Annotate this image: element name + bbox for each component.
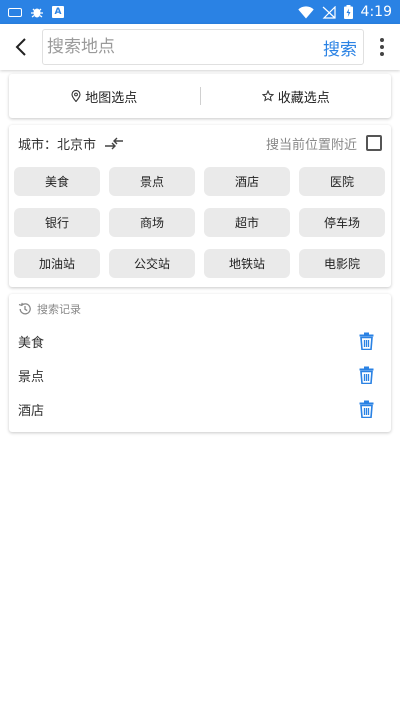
status-time: 4:19 (360, 4, 392, 20)
category-grid: 美食 景点 酒店 医院 银行 商场 超市 停车场 加油站 公交站 地铁站 电影院 (9, 160, 391, 278)
category-button[interactable]: 景点 (109, 167, 195, 196)
map-pick-button[interactable]: 地图选点 (9, 74, 200, 118)
back-button[interactable] (0, 24, 42, 70)
trash-icon (359, 332, 374, 350)
category-button[interactable]: 银行 (14, 208, 100, 237)
history-icon (18, 302, 31, 315)
category-button[interactable]: 停车场 (299, 208, 385, 237)
keyboard-icon (8, 7, 22, 17)
wifi-icon (297, 5, 314, 19)
category-button[interactable]: 电影院 (299, 249, 385, 278)
history-item-text: 美食 (18, 335, 45, 351)
history-item[interactable]: 美食 (9, 324, 391, 358)
city-card: 城市：北京市 搜当前位置附近 美食 景点 酒店 医院 银行 商场 超市 停车场 … (9, 125, 391, 287)
star-outline-icon (261, 90, 274, 102)
no-signal-icon (322, 5, 336, 19)
category-button[interactable]: 美食 (14, 167, 100, 196)
pick-card: 地图选点 收藏选点 (9, 74, 391, 118)
status-bar: A 4:19 (0, 0, 400, 24)
trash-icon (359, 400, 374, 418)
favorite-pick-label: 收藏选点 (277, 90, 330, 106)
category-button[interactable]: 酒店 (204, 167, 290, 196)
history-header: 搜索记录 (9, 294, 391, 324)
search-nearby-label: 搜当前位置附近 (265, 137, 357, 153)
chevron-left-icon (15, 38, 26, 56)
delete-history-button[interactable] (359, 366, 374, 384)
history-title: 搜索记录 (37, 303, 81, 316)
switch-arrows-icon (105, 137, 124, 149)
city-label: 城市：北京市 (18, 137, 97, 153)
history-item[interactable]: 酒店 (9, 392, 391, 426)
app-notification-icon: A (52, 6, 64, 18)
category-button[interactable]: 商场 (109, 208, 195, 237)
category-button[interactable]: 公交站 (109, 249, 195, 278)
history-item-text: 景点 (18, 369, 45, 385)
map-pin-icon (71, 90, 81, 102)
search-box: 搜索 (42, 29, 364, 65)
favorite-pick-button[interactable]: 收藏选点 (201, 74, 392, 118)
search-button[interactable]: 搜索 (321, 35, 359, 60)
category-button[interactable]: 超市 (204, 208, 290, 237)
category-button[interactable]: 医院 (299, 167, 385, 196)
trash-icon (359, 366, 374, 384)
battery-charging-icon (343, 5, 353, 19)
history-card: 搜索记录 美食 景点 酒店 (9, 294, 391, 432)
search-nearby-checkbox[interactable] (366, 135, 382, 151)
more-menu-button[interactable] (364, 24, 400, 70)
more-vertical-icon (380, 38, 384, 42)
map-pick-label: 地图选点 (85, 90, 138, 106)
history-item[interactable]: 景点 (9, 358, 391, 392)
city-row: 城市：北京市 搜当前位置附近 (9, 126, 391, 160)
history-item-text: 酒店 (18, 403, 45, 419)
category-button[interactable]: 加油站 (14, 249, 100, 278)
switch-city-button[interactable] (104, 137, 124, 150)
bug-icon (31, 8, 43, 18)
search-input[interactable] (47, 37, 321, 57)
delete-history-button[interactable] (359, 332, 374, 350)
delete-history-button[interactable] (359, 400, 374, 418)
toolbar: 搜索 (0, 24, 400, 70)
category-button[interactable]: 地铁站 (204, 249, 290, 278)
